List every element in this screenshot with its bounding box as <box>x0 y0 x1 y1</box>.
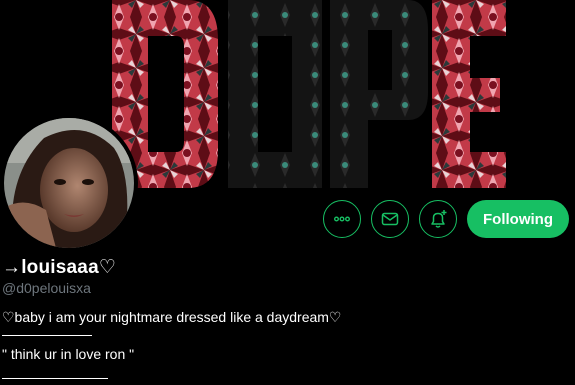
banner-letter-e <box>432 0 506 188</box>
bio-divider-1 <box>2 335 92 336</box>
bell-plus-icon <box>431 210 447 228</box>
bio-divider-2 <box>2 378 108 379</box>
more-horizontal-icon <box>334 216 351 222</box>
profile-actions: Following <box>323 199 569 239</box>
bio-line-1: ♡baby i am your nightmare dressed like a… <box>2 309 342 325</box>
display-name: →louisaaa♡ <box>2 257 117 278</box>
profile-avatar[interactable] <box>0 114 138 252</box>
profile-handle: @d0pelouisxa <box>2 280 91 296</box>
avatar-photo <box>4 118 134 248</box>
following-button[interactable]: Following <box>467 200 569 238</box>
notifications-button[interactable] <box>419 200 458 238</box>
message-button[interactable] <box>371 200 410 238</box>
banner-letter-p <box>330 0 428 188</box>
bio-line-2: " think ur in love ron " <box>2 346 135 362</box>
more-button[interactable] <box>323 200 362 238</box>
banner-letter-zero <box>228 0 322 188</box>
envelope-icon <box>381 212 399 226</box>
following-button-label: Following <box>483 210 553 228</box>
